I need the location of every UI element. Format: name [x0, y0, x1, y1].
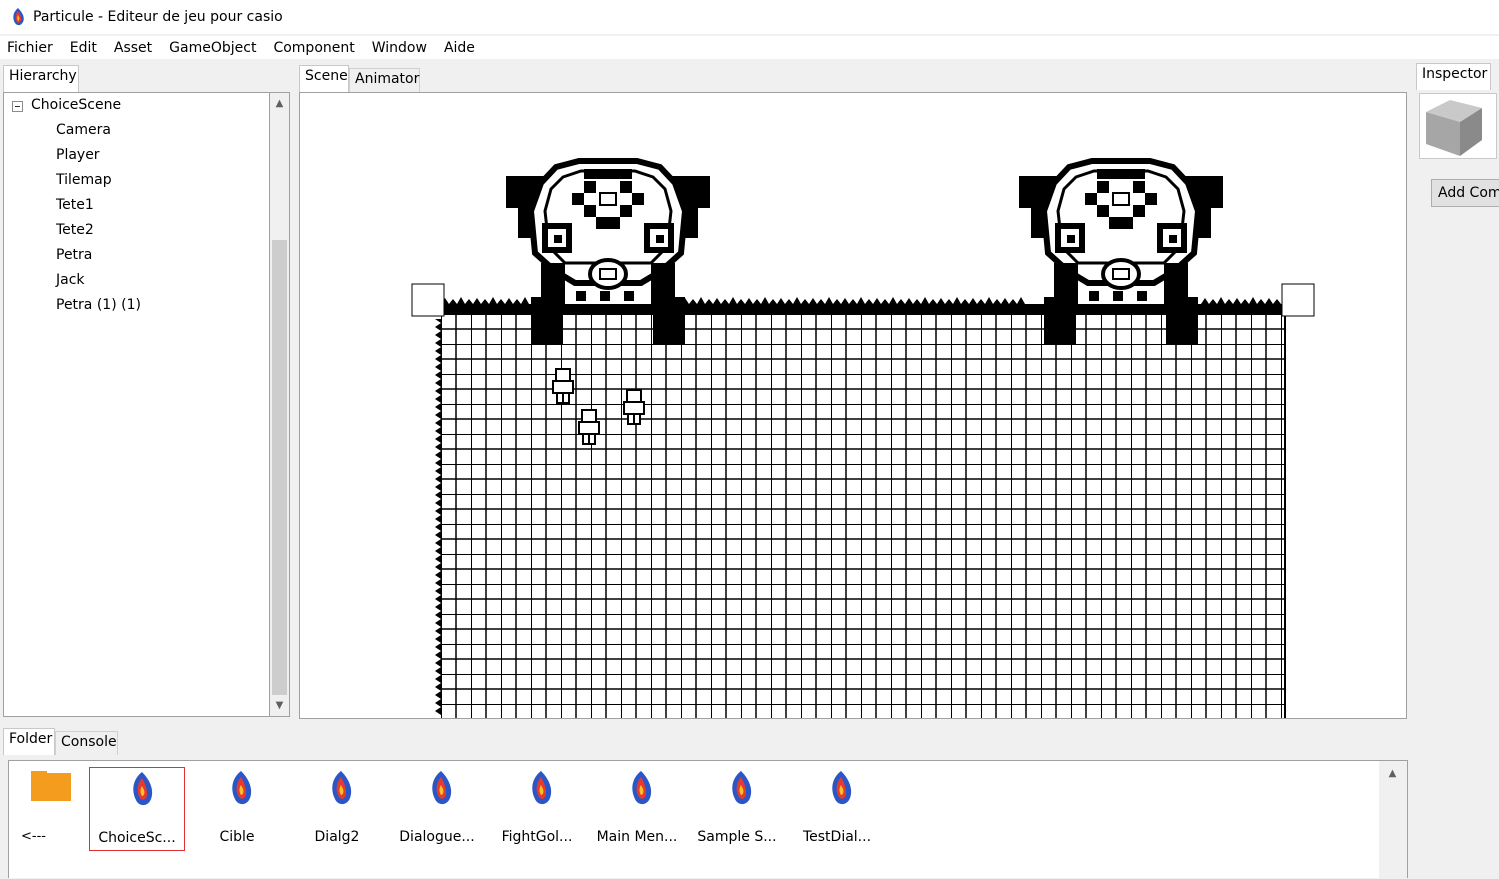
file-name: ChoiceSc...	[98, 830, 176, 846]
tab-folder[interactable]: Folder	[3, 728, 55, 755]
folder-up[interactable]: <---	[19, 767, 79, 851]
bound-handle-left[interactable]	[411, 283, 445, 317]
hierarchy-item[interactable]: Tete1	[56, 197, 94, 213]
sprite-character[interactable]	[623, 389, 645, 425]
file-item-testdialogue[interactable]: TestDial...	[789, 767, 885, 851]
menu-gameobject[interactable]: GameObject	[169, 40, 256, 56]
hierarchy-item[interactable]: Tilemap	[56, 172, 112, 188]
menu-fichier[interactable]: Fichier	[7, 40, 53, 56]
app-icon	[13, 8, 24, 26]
file-name: Dialg2	[314, 829, 360, 845]
menu-window[interactable]: Window	[372, 40, 427, 56]
tab-animator[interactable]: Animator	[349, 68, 420, 92]
folder-icon	[31, 771, 71, 801]
file-name: Dialogue...	[399, 829, 475, 845]
tab-scene[interactable]: Scene	[299, 65, 349, 92]
scroll-up-icon[interactable]: ▲	[1384, 765, 1401, 782]
sprite-character[interactable]	[578, 409, 600, 445]
file-item-choicescene[interactable]: ChoiceSc...	[89, 767, 185, 851]
folder-scrollbar[interactable]: ▲	[1379, 761, 1407, 879]
hierarchy-item[interactable]: Petra	[56, 247, 92, 263]
menu-bar: Fichier Edit Asset GameObject Component …	[0, 35, 1499, 59]
file-item-mainmenu[interactable]: Main Men...	[589, 767, 685, 851]
file-item-dialg2[interactable]: Dialg2	[289, 767, 385, 851]
menu-asset[interactable]: Asset	[114, 40, 152, 56]
sprite-character[interactable]	[552, 368, 574, 404]
particule-file-icon	[432, 771, 452, 805]
hierarchy-item[interactable]: Tete2	[56, 222, 94, 238]
title-bar: Particule - Editeur de jeu pour casio	[0, 0, 1499, 34]
tab-console[interactable]: Console	[55, 731, 118, 755]
particule-file-icon	[332, 771, 352, 805]
file-item-samplescene[interactable]: Sample S...	[689, 767, 785, 851]
menu-aide[interactable]: Aide	[444, 40, 475, 56]
collapse-icon[interactable]	[12, 101, 23, 112]
hierarchy-item[interactable]: Jack	[56, 272, 85, 288]
file-name: Sample S...	[697, 829, 777, 845]
file-name: FightGol...	[501, 829, 573, 845]
file-item-fightgol[interactable]: FightGol...	[489, 767, 585, 851]
menu-component[interactable]: Component	[273, 40, 354, 56]
particule-file-icon	[532, 771, 552, 805]
grass-border	[441, 304, 1284, 314]
menu-edit[interactable]: Edit	[70, 40, 97, 56]
cube-icon	[1426, 100, 1482, 156]
scroll-up-icon[interactable]: ▲	[271, 95, 288, 112]
tab-hierarchy[interactable]: Hierarchy	[3, 65, 79, 92]
particule-file-icon	[732, 771, 752, 805]
hierarchy-item[interactable]: Petra (1) (1)	[56, 297, 141, 313]
particule-file-icon	[632, 771, 652, 805]
window-title: Particule - Editeur de jeu pour casio	[33, 9, 283, 25]
hierarchy-panel: ChoiceScene Camera Player Tilemap Tete1 …	[3, 92, 270, 717]
file-name: Cible	[219, 829, 255, 845]
scene-canvas[interactable]	[300, 93, 1407, 719]
particule-file-icon	[832, 771, 852, 805]
folder-panel: <--- ChoiceSc... Cible Dialg2 Dialogue..…	[8, 760, 1408, 879]
scroll-thumb[interactable]	[272, 240, 287, 695]
particule-file-icon	[133, 772, 153, 806]
folder-up-label: <---	[21, 829, 46, 844]
hierarchy-scrollbar[interactable]: ▲ ▼	[270, 92, 290, 717]
hierarchy-root[interactable]: ChoiceScene	[31, 97, 121, 113]
add-component-button[interactable]: Add Com	[1431, 179, 1499, 207]
bound-handle-right[interactable]	[1281, 283, 1315, 317]
file-name: Main Men...	[596, 829, 678, 845]
inspector-header	[1419, 93, 1497, 159]
scene-view[interactable]	[299, 92, 1407, 719]
hierarchy-item[interactable]: Player	[56, 147, 100, 163]
particule-file-icon	[232, 771, 252, 805]
file-name: TestDial...	[802, 829, 872, 845]
file-item-cible[interactable]: Cible	[189, 767, 285, 851]
scroll-down-icon[interactable]: ▼	[271, 697, 288, 714]
hierarchy-item[interactable]: Camera	[56, 122, 111, 138]
tab-inspector[interactable]: Inspector	[1416, 63, 1491, 90]
file-item-dialogue[interactable]: Dialogue...	[389, 767, 485, 851]
